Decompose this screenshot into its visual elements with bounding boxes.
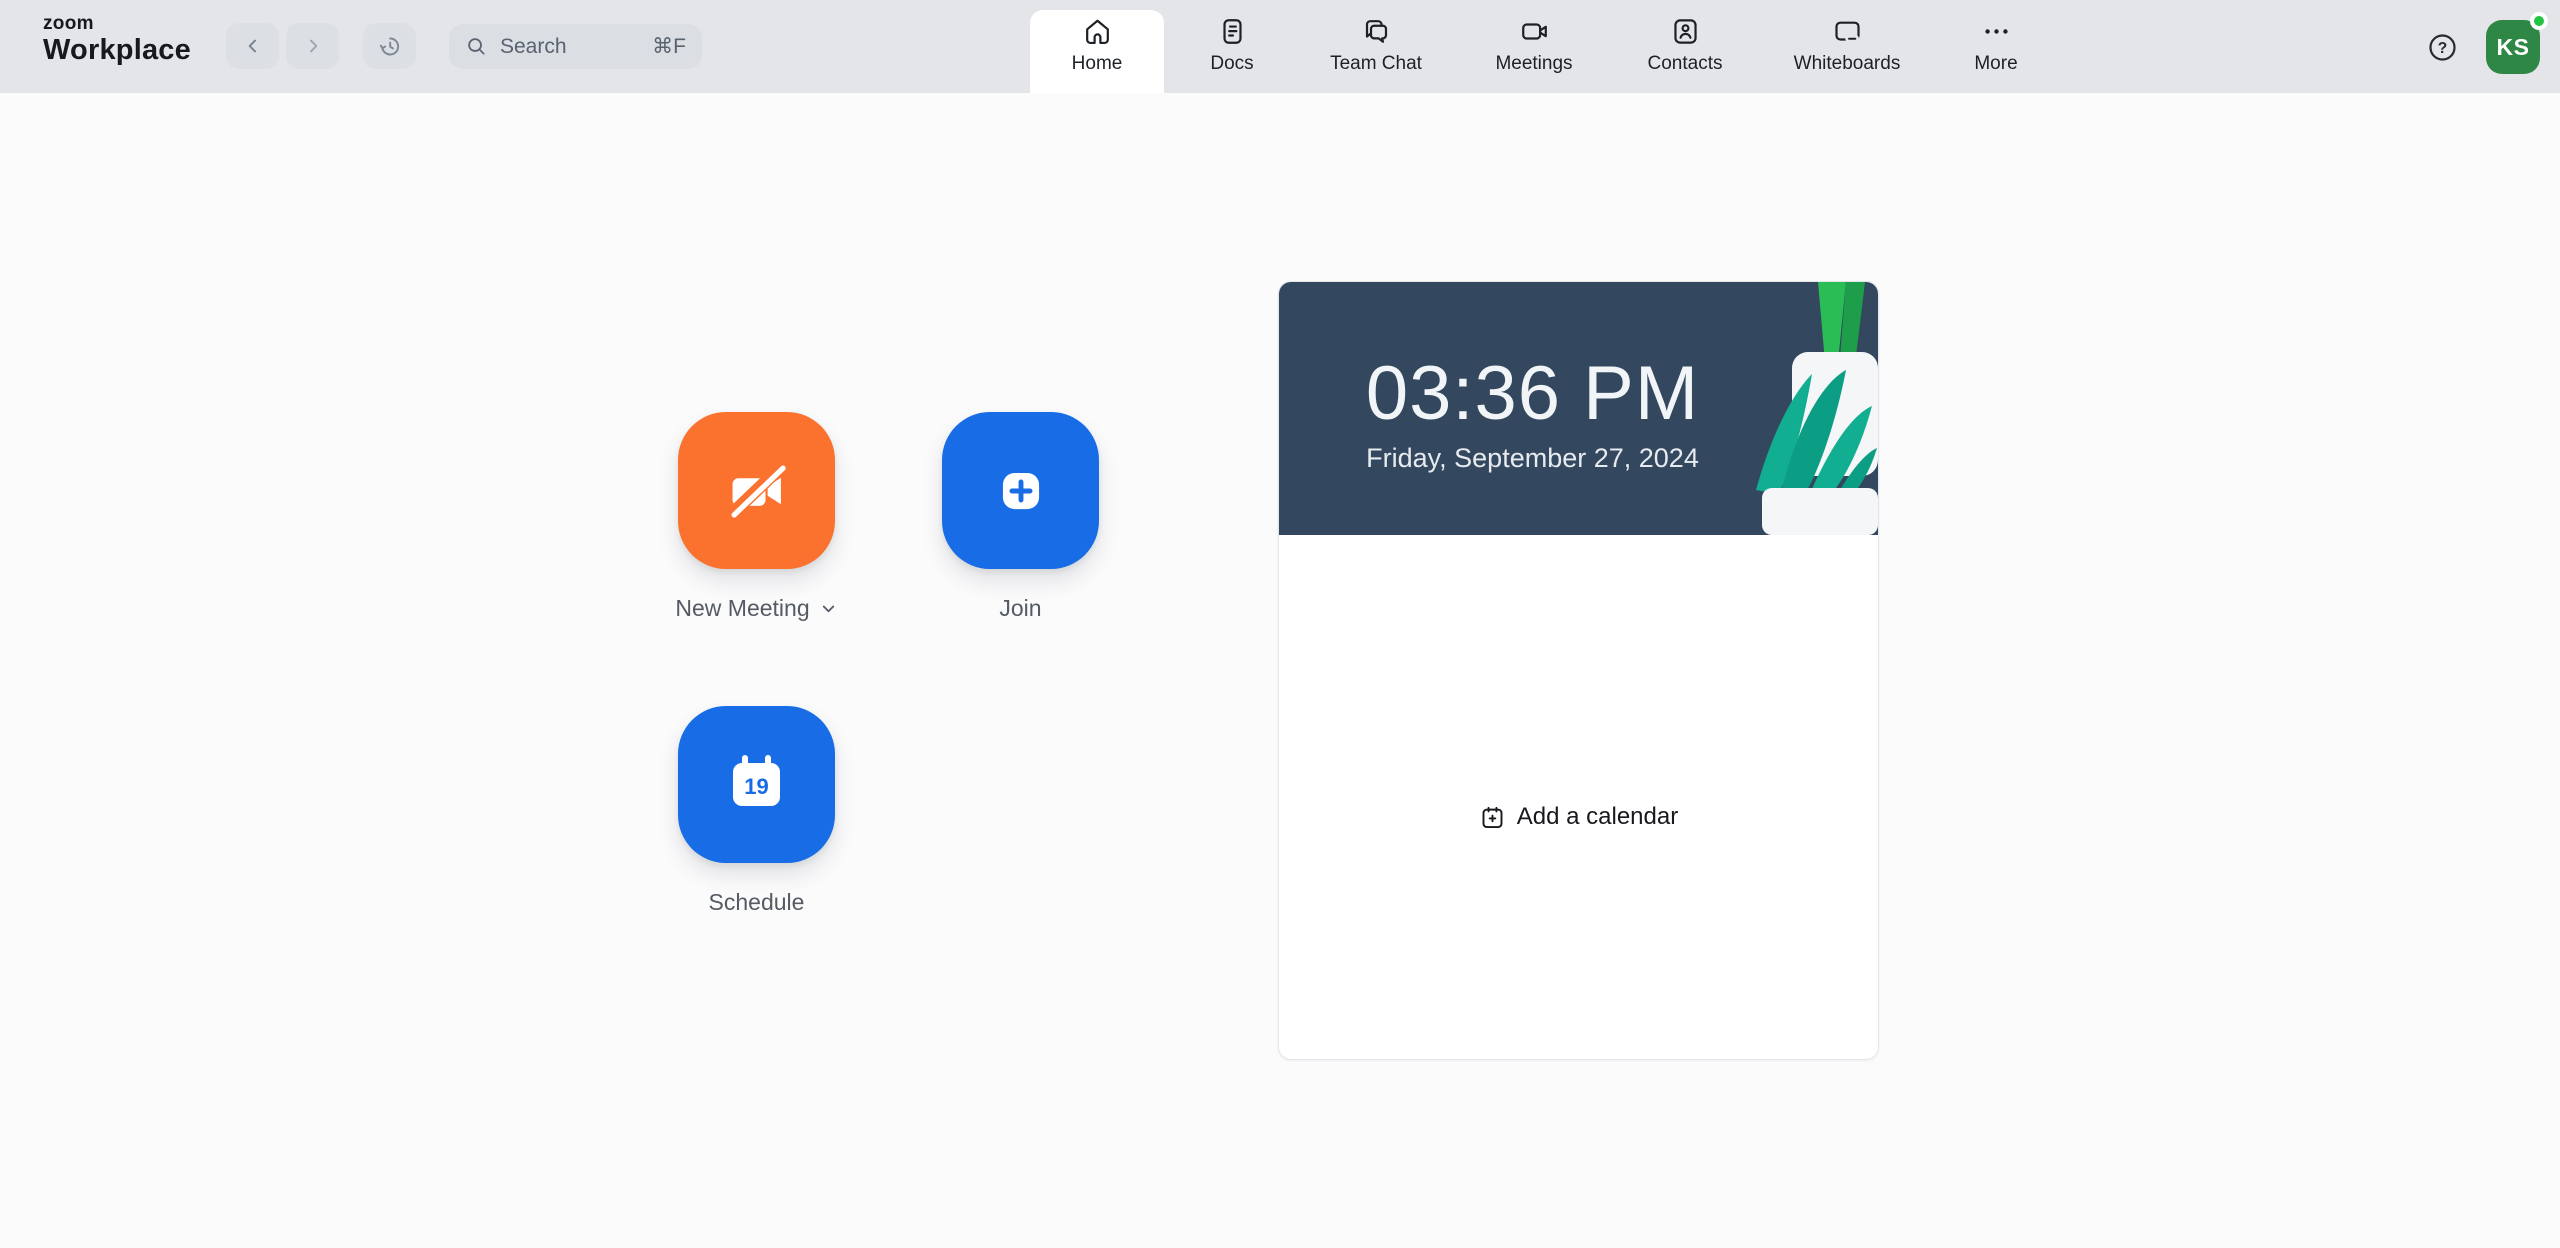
join-button[interactable] (942, 412, 1099, 569)
top-bar: zoom Workplace Search ⌘F Home Docs Team … (0, 0, 2560, 93)
document-icon (1216, 13, 1249, 49)
chat-bubbles-icon (1360, 13, 1393, 49)
new-meeting-button[interactable] (678, 412, 835, 569)
tab-more-label: More (1974, 53, 2018, 74)
search-icon (465, 35, 488, 58)
current-time: 03:36 PM (1365, 351, 1700, 436)
calendar-icon: 19 (733, 755, 780, 806)
calendar-card-header: 03:36 PM Friday, September 27, 2024 (1279, 282, 1878, 535)
calendar-ring (742, 755, 748, 771)
search-input[interactable] (498, 33, 653, 60)
tab-whiteboards[interactable]: Whiteboards (1766, 0, 1928, 93)
search-input-container[interactable]: ⌘F (449, 24, 702, 69)
search-shortcut-hint: ⌘F (652, 35, 686, 58)
tab-docs-label: Docs (1210, 53, 1254, 74)
logo-zoom-text: zoom (43, 13, 94, 34)
tab-docs[interactable]: Docs (1176, 0, 1288, 93)
calendar-card: 03:36 PM Friday, September 27, 2024 Add … (1278, 281, 1879, 1060)
tab-contacts-label: Contacts (1647, 53, 1723, 74)
new-meeting-label-row[interactable]: New Meeting (675, 595, 837, 622)
calendar-day-number: 19 (744, 773, 769, 799)
tab-home[interactable]: Home (1030, 0, 1164, 93)
schedule-action: 19 Schedule (678, 706, 835, 916)
svg-text:?: ? (2437, 39, 2446, 56)
tab-meetings[interactable]: Meetings (1464, 0, 1604, 93)
help-button[interactable]: ? (2424, 29, 2460, 65)
whiteboard-marker-icon (1831, 13, 1864, 49)
calendar-ring (765, 755, 771, 771)
add-calendar-label: Add a calendar (1516, 803, 1679, 830)
forward-button[interactable] (286, 23, 339, 69)
tab-home-label: Home (1071, 53, 1123, 74)
tab-more[interactable]: More (1940, 0, 2052, 93)
plus-icon (987, 457, 1055, 525)
zoom-workplace-window: zoom Workplace Search ⌘F Home Docs Team … (0, 0, 2560, 1248)
schedule-button[interactable]: 19 (678, 706, 835, 863)
video-camera-off-icon (723, 457, 791, 525)
tab-meetings-label: Meetings (1495, 53, 1573, 74)
tab-whiteboards-label: Whiteboards (1793, 53, 1901, 74)
new-meeting-label: New Meeting (675, 595, 810, 621)
primary-tab-bar: Home Docs Team Chat Meetings Contacts Wh… (1030, 0, 2052, 93)
history-button[interactable] (363, 23, 416, 69)
logo-workplace-text: Workplace (43, 34, 191, 66)
add-calendar-button[interactable]: Add a calendar (1279, 802, 1878, 832)
profile-avatar[interactable]: KS (2486, 12, 2548, 74)
chevron-right-icon (303, 36, 323, 56)
back-button[interactable] (226, 23, 279, 69)
calendar-plus-icon (1479, 804, 1506, 831)
tab-team-chat-label: Team Chat (1330, 53, 1422, 74)
clock-block: 03:36 PM Friday, September 27, 2024 (1279, 282, 1878, 535)
chevron-down-icon[interactable] (819, 599, 838, 618)
presence-status-dot (2530, 12, 2548, 30)
question-mark-icon: ? (2427, 32, 2458, 63)
app-logo: zoom Workplace (43, 14, 191, 65)
avatar-initials: KS (2496, 33, 2530, 60)
join-label: Join (999, 595, 1042, 621)
history-clock-icon (376, 33, 403, 60)
quick-actions: New Meeting Join 19 Schedule (675, 412, 1099, 916)
home-icon (1081, 13, 1114, 49)
current-date: Friday, September 27, 2024 (1366, 442, 1699, 473)
chevron-left-icon (243, 36, 263, 56)
person-card-icon (1669, 13, 1702, 49)
video-camera-icon (1518, 13, 1551, 49)
tab-team-chat[interactable]: Team Chat (1300, 0, 1452, 93)
new-meeting-action: New Meeting (675, 412, 837, 622)
tab-contacts[interactable]: Contacts (1616, 0, 1754, 93)
schedule-label: Schedule (708, 889, 805, 915)
history-nav-controls (226, 23, 416, 69)
join-action: Join (942, 412, 1099, 622)
ellipsis-icon (1980, 13, 2013, 49)
